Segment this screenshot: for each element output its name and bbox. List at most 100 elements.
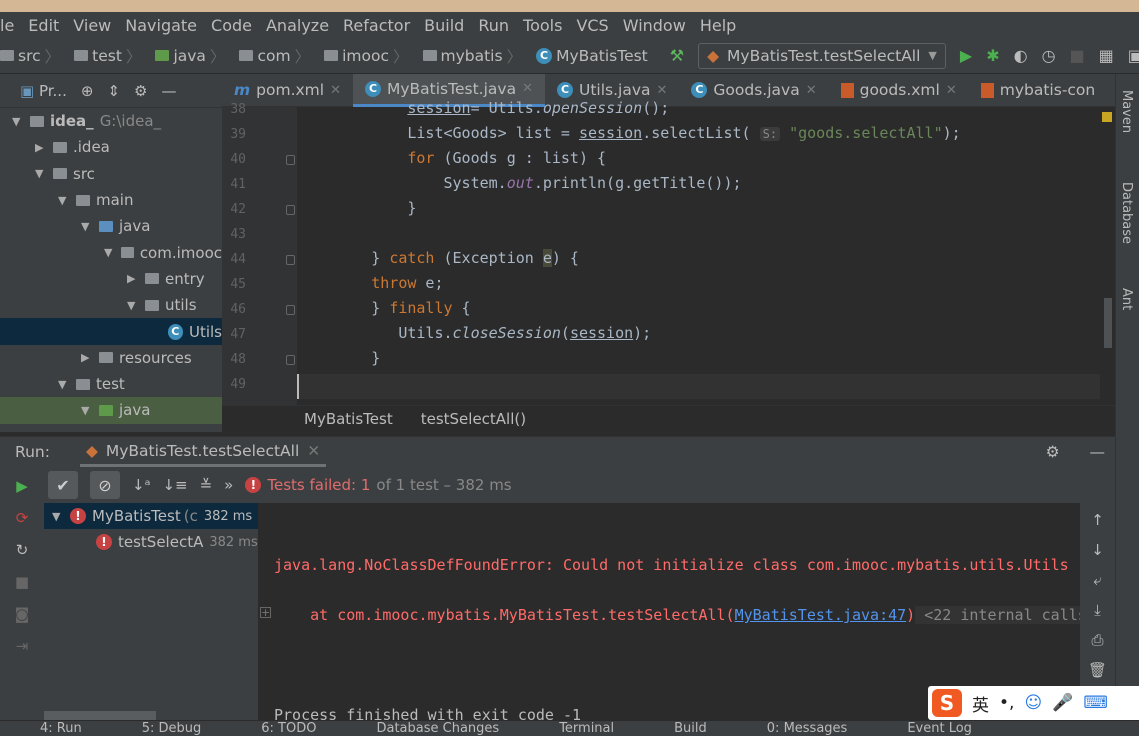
- tool-window-0-messages[interactable]: 0: Messages: [767, 721, 848, 736]
- run-icon[interactable]: ▶: [960, 46, 972, 65]
- close-icon[interactable]: ✕: [522, 81, 533, 96]
- run-tab[interactable]: ◆ MyBatisTest.testSelectAll ✕: [79, 437, 327, 467]
- sort-alpha-icon[interactable]: ↓ᵃ: [132, 476, 150, 494]
- expanded-arrow-icon[interactable]: ▼: [81, 220, 93, 233]
- gear-icon[interactable]: ⚙: [1046, 443, 1060, 461]
- ime-language[interactable]: 英: [972, 691, 989, 716]
- close-icon[interactable]: ✕: [330, 83, 341, 98]
- menu-analyze[interactable]: Analyze: [266, 16, 329, 35]
- scroll-end-icon[interactable]: ⤓: [1094, 601, 1101, 619]
- nav-crumb-src[interactable]: src 〉: [0, 45, 66, 67]
- close-icon[interactable]: ✕: [657, 83, 668, 98]
- menu-run[interactable]: Run: [478, 16, 509, 35]
- expanded-arrow-icon[interactable]: ▼: [35, 167, 47, 180]
- breadcrumb-method[interactable]: testSelectAll(): [421, 410, 526, 428]
- maven-tool[interactable]: Maven: [1119, 90, 1134, 133]
- show-ignored-icon[interactable]: ⊘: [90, 471, 120, 499]
- project-tree-item[interactable]: ▶ entry: [0, 266, 222, 292]
- import-icon[interactable]: ⇥: [16, 637, 29, 655]
- hide-icon[interactable]: —: [161, 82, 176, 100]
- code-area[interactable]: session= Utils.openSession(); List<Goods…: [222, 99, 1102, 405]
- expand-all-icon[interactable]: ≚: [200, 476, 213, 494]
- expanded-arrow-icon[interactable]: ▼: [81, 404, 93, 417]
- debug-icon[interactable]: ✱: [986, 46, 999, 65]
- menu-build[interactable]: Build: [424, 16, 464, 35]
- collapsed-arrow-icon[interactable]: ▶: [35, 141, 47, 154]
- ant-tool[interactable]: Ant: [1119, 288, 1134, 310]
- toggle-auto-test-icon[interactable]: ↻: [16, 541, 29, 559]
- project-tree-item[interactable]: ▶ .idea: [0, 134, 222, 160]
- breadcrumb-class[interactable]: MyBatisTest: [304, 410, 393, 428]
- menu-le[interactable]: le: [0, 16, 14, 35]
- tab-goods-java[interactable]: C Goods.java ✕: [679, 74, 828, 107]
- test-suite-item[interactable]: ▼! MyBatisTest (c 382 ms: [44, 503, 258, 530]
- project-tree-item[interactable]: ▼ java: [0, 397, 222, 424]
- project-tree-item[interactable]: ▼ main: [0, 187, 222, 213]
- gear-icon[interactable]: ⚙: [134, 82, 147, 100]
- keyboard-icon[interactable]: ⌨: [1083, 693, 1108, 713]
- nav-crumb-java[interactable]: java 〉: [155, 45, 231, 67]
- tool-window-5-debug[interactable]: 5: Debug: [142, 721, 202, 736]
- nav-crumb-imooc[interactable]: imooc 〉: [324, 45, 414, 67]
- tool-window-6-todo[interactable]: 6: TODO: [261, 721, 316, 736]
- close-icon[interactable]: ✕: [806, 83, 817, 98]
- tool-window-terminal[interactable]: Terminal: [559, 721, 614, 736]
- collapse-icon[interactable]: ⇕: [107, 82, 120, 100]
- stop-icon[interactable]: ■: [1070, 46, 1085, 65]
- source-link[interactable]: MyBatisTest.java:47: [735, 606, 907, 624]
- more-icon[interactable]: »: [224, 476, 233, 494]
- locate-icon[interactable]: ⊕: [81, 82, 94, 100]
- collapsed-arrow-icon[interactable]: ▶: [127, 272, 139, 285]
- project-tree-item[interactable]: ▼ idea_ G:\idea_: [0, 108, 222, 134]
- menu-navigate[interactable]: Navigate: [125, 16, 197, 35]
- tool-window-build[interactable]: Build: [674, 721, 707, 736]
- build-hammer-icon[interactable]: ⚒: [670, 46, 684, 65]
- expanded-arrow-icon[interactable]: ▼: [58, 194, 70, 207]
- stop-icon[interactable]: ■: [15, 573, 29, 591]
- run-configuration-select[interactable]: ◆ MyBatisTest.testSelectAll ▼: [698, 42, 946, 69]
- mic-icon[interactable]: 🎤: [1052, 693, 1073, 713]
- project-tree-item[interactable]: ▼ utils: [0, 292, 222, 318]
- soft-wrap-icon[interactable]: ⤶: [1093, 571, 1101, 589]
- tree-scrollbar[interactable]: [44, 711, 156, 720]
- tool-window-database-changes[interactable]: Database Changes: [376, 721, 499, 736]
- menu-vcs[interactable]: VCS: [576, 16, 608, 35]
- nav-crumb-test[interactable]: test 〉: [74, 45, 147, 67]
- project-structure-icon[interactable]: ▦: [1099, 46, 1114, 65]
- expanded-arrow-icon[interactable]: ▼: [12, 115, 24, 128]
- project-tree-item[interactable]: ▼ com.imooc: [0, 239, 222, 265]
- menu-tools[interactable]: Tools: [523, 16, 562, 35]
- project-tree-item[interactable]: ▼ src: [0, 161, 222, 187]
- tab-mybatis-con[interactable]: mybatis-con: [969, 74, 1108, 107]
- trash-icon[interactable]: 🗑: [1088, 661, 1107, 679]
- camera-icon[interactable]: ◙: [15, 605, 30, 623]
- menu-window[interactable]: Window: [623, 16, 686, 35]
- close-icon[interactable]: ✕: [946, 83, 957, 98]
- project-tree-item[interactable]: C Utils: [0, 318, 222, 345]
- editor-scrollbar[interactable]: [1104, 298, 1112, 348]
- project-tree-item[interactable]: ▼ test: [0, 371, 222, 397]
- emoji-icon[interactable]: ☺: [1024, 693, 1042, 713]
- sort-duration-icon[interactable]: ↓≡: [162, 476, 187, 494]
- coverage-icon[interactable]: ◐: [1014, 46, 1028, 65]
- profile-icon[interactable]: ◷: [1042, 46, 1056, 65]
- expanded-arrow-icon[interactable]: ▼: [127, 299, 139, 312]
- project-tree-item[interactable]: ▶ resources: [0, 345, 222, 371]
- tab-goods-xml[interactable]: goods.xml ✕: [829, 74, 969, 107]
- menu-edit[interactable]: Edit: [28, 16, 59, 35]
- down-icon[interactable]: ↓: [1091, 541, 1104, 559]
- project-view-select[interactable]: ▣ Pr...: [20, 82, 67, 100]
- punctuation-icon[interactable]: •,: [999, 693, 1014, 713]
- hide-icon[interactable]: —: [1090, 443, 1106, 461]
- menu-code[interactable]: Code: [211, 16, 252, 35]
- menu-refactor[interactable]: Refactor: [343, 16, 410, 35]
- database-tool[interactable]: Database: [1119, 182, 1134, 244]
- tool-window-4-run[interactable]: 4: Run: [40, 721, 82, 736]
- up-icon[interactable]: ↑: [1091, 511, 1104, 529]
- project-tree-item[interactable]: ▼ java: [0, 213, 222, 239]
- nav-crumb-mybatis[interactable]: mybatis 〉: [422, 45, 529, 67]
- show-passed-icon[interactable]: ✔: [48, 471, 78, 499]
- layout-icon[interactable]: ▣: [1128, 46, 1139, 65]
- collapsed-arrow-icon[interactable]: ▶: [81, 351, 93, 364]
- menu-view[interactable]: View: [73, 16, 111, 35]
